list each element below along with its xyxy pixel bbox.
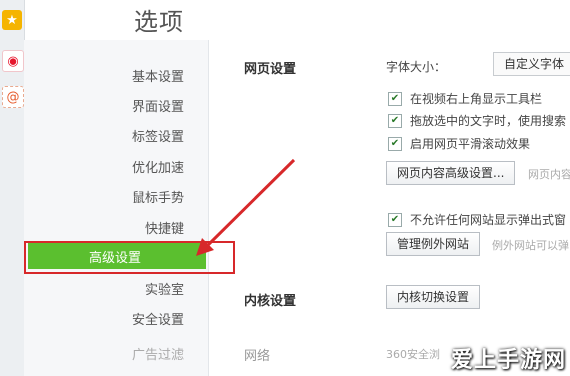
sidebar-item-tabs[interactable]: 标签设置 xyxy=(132,126,184,145)
sidebar-item-optimize[interactable]: 优化加速 xyxy=(132,157,184,176)
highlight-annotation-box xyxy=(24,241,235,274)
page-title: 选项 xyxy=(134,8,184,36)
checkbox-row-drag-search[interactable]: ✔ 拖放选中的文字时，使用搜索 xyxy=(388,112,566,129)
weibo-icon[interactable]: ◉ xyxy=(2,50,24,72)
sidebar-item-ad-filter[interactable]: 广告过滤 xyxy=(132,344,184,363)
checkbox-smooth-scroll[interactable]: ✔ xyxy=(388,136,402,151)
checkbox-row-video-toolbar[interactable]: ✔ 在视频右上角显示工具栏 xyxy=(388,90,542,107)
checkbox-row-smooth-scroll[interactable]: ✔ 启用网页平滑滚动效果 xyxy=(388,135,530,152)
sidebar-item-lab[interactable]: 实验室 xyxy=(145,279,184,298)
settings-sidebar: 基本设置 界面设置 标签设置 优化加速 鼠标手势 快捷键 高级设置 实验室 安全… xyxy=(24,40,209,376)
sidebar-item-security[interactable]: 安全设置 xyxy=(132,309,184,328)
at-mail-icon[interactable]: @ xyxy=(2,86,24,108)
sidebar-item-mouse-gestures[interactable]: 鼠标手势 xyxy=(132,187,184,206)
checkbox-video-toolbar[interactable]: ✔ xyxy=(388,91,402,106)
checkbox-block-popups[interactable]: ✔ xyxy=(388,212,402,227)
font-select[interactable]: 自定义字体 xyxy=(493,52,570,76)
network-hint: 360安全浏 xyxy=(386,348,440,361)
sidebar-item-shortcuts[interactable]: 快捷键 xyxy=(145,218,184,237)
star-icon[interactable]: ★ xyxy=(2,10,22,30)
app-strip: ★ ◉ @ xyxy=(0,0,25,376)
section-heading-kernel: 内核设置 xyxy=(244,294,297,309)
settings-content: 网页设置 字体大小： 自定义字体 ✔ 在视频右上角显示工具栏 ✔ 拖放选中的文字… xyxy=(208,40,570,376)
manage-exceptions-button[interactable]: 管理例外网站 xyxy=(386,232,481,256)
sidebar-item-basic[interactable]: 基本设置 xyxy=(132,66,184,85)
sidebar-item-interface[interactable]: 界面设置 xyxy=(132,96,184,115)
section-heading-network: 网络 xyxy=(244,349,271,364)
checkbox-label: 不允许任何网站显示弹出式窗 xyxy=(410,213,567,227)
advanced-content-button[interactable]: 网页内容高级设置... xyxy=(386,161,516,185)
checkbox-drag-search[interactable]: ✔ xyxy=(388,113,402,128)
exceptions-hint: 例外网站可以弹 xyxy=(492,239,569,252)
checkbox-label: 在视频右上角显示工具栏 xyxy=(410,92,543,106)
watermark: 爱上手游网 xyxy=(450,348,566,373)
checkbox-label: 拖放选中的文字时，使用搜索 xyxy=(410,114,567,128)
checkbox-label: 启用网页平滑滚动效果 xyxy=(410,137,531,151)
checkbox-row-block-popups[interactable]: ✔ 不允许任何网站显示弹出式窗 xyxy=(388,211,566,228)
advanced-content-hint: 网页内容 xyxy=(528,168,570,181)
section-heading-web: 网页设置 xyxy=(244,62,297,77)
kernel-switch-button[interactable]: 内核切换设置 xyxy=(386,285,481,309)
font-size-label: 字体大小： xyxy=(386,60,447,74)
